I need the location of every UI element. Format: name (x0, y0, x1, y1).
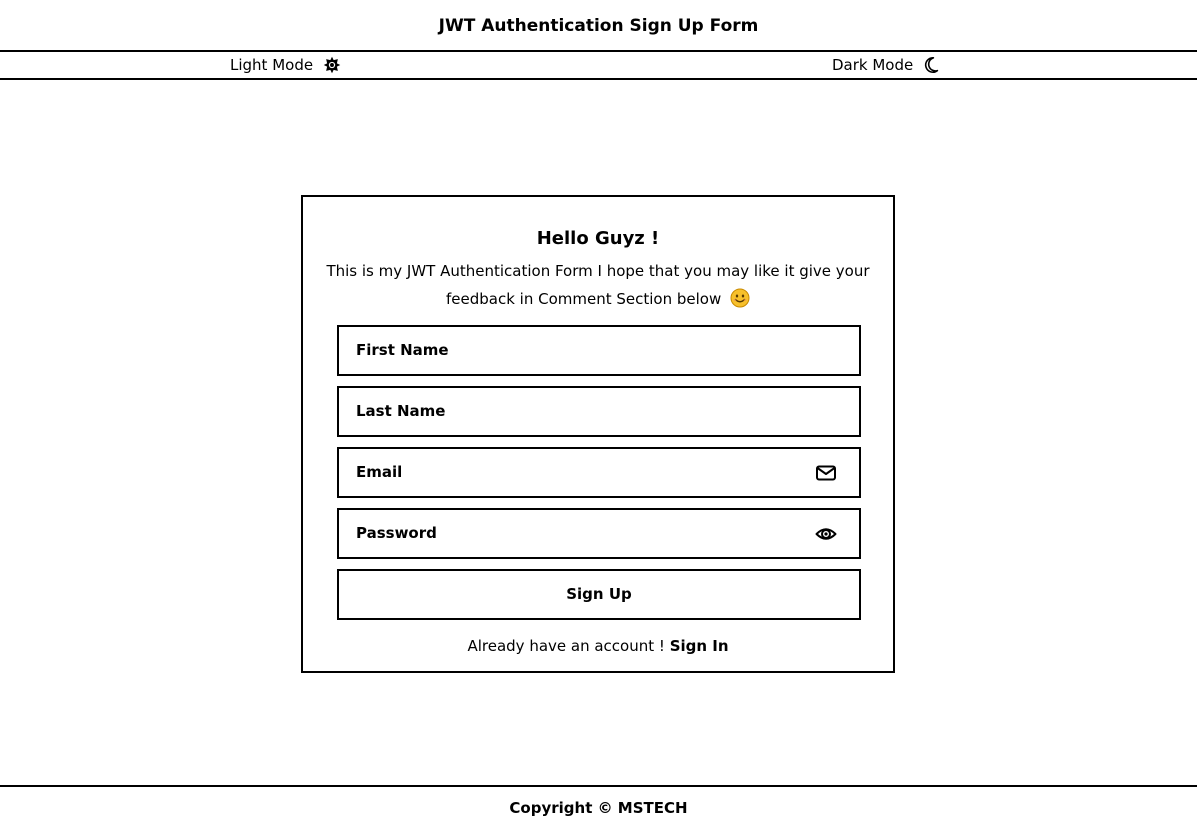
signin-prompt-row: Already have an account ! Sign In (303, 637, 893, 655)
moon-icon (923, 56, 939, 74)
first-name-placeholder: First Name (356, 341, 449, 359)
eye-icon[interactable] (815, 523, 837, 545)
signin-link[interactable]: Sign In (670, 637, 729, 655)
theme-mode-bar: Light Mode Dark Mode (0, 50, 1197, 80)
smiley-icon (730, 288, 750, 317)
dark-mode-toggle[interactable]: Dark Mode (832, 52, 939, 78)
card-description-text: This is my JWT Authentication Form I hop… (326, 262, 870, 308)
light-mode-label: Light Mode (230, 56, 314, 74)
page-header: JWT Authentication Sign Up Form (0, 0, 1197, 50)
copyright-text: Copyright © MSTECH (509, 799, 688, 817)
signin-prompt-text: Already have an account ! (467, 637, 665, 655)
email-placeholder: Email (356, 463, 403, 481)
first-name-field[interactable]: First Name (337, 325, 861, 376)
password-field[interactable]: Password (337, 508, 861, 559)
signup-card: Hello Guyz ! This is my JWT Authenticati… (301, 195, 895, 673)
light-mode-toggle[interactable]: Light Mode (230, 52, 341, 78)
password-placeholder: Password (356, 524, 437, 542)
page-footer: Copyright © MSTECH (0, 785, 1197, 824)
last-name-field[interactable]: Last Name (337, 386, 861, 437)
dark-mode-label: Dark Mode (832, 56, 914, 74)
page-title: JWT Authentication Sign Up Form (438, 16, 759, 36)
last-name-placeholder: Last Name (356, 402, 446, 420)
card-description: This is my JWT Authentication Form I hop… (313, 257, 883, 317)
signup-button[interactable]: Sign Up (337, 569, 861, 620)
envelope-icon (815, 462, 837, 484)
sun-icon (323, 56, 341, 74)
email-field[interactable]: Email (337, 447, 861, 498)
card-title: Hello Guyz ! (536, 228, 660, 249)
